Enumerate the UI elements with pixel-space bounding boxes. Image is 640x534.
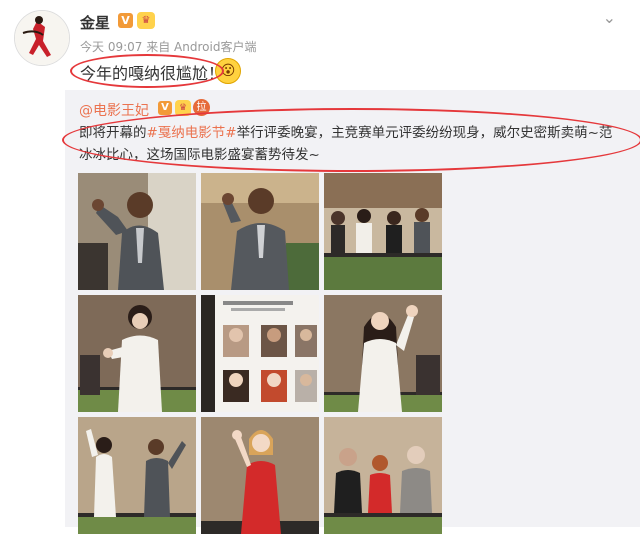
post-source[interactable]: 来自 Android客户端: [146, 40, 256, 54]
vip-level-icon: ♛: [175, 100, 191, 116]
repost-text-before: 即将开幕的: [79, 125, 147, 141]
post-meta: 今天 09:07 来自 Android客户端: [80, 38, 256, 55]
small-avatar-icon: 拉: [193, 99, 210, 116]
photo-jury-group-balcony[interactable]: [324, 173, 442, 290]
username[interactable]: 金星: [80, 12, 110, 33]
photo-fan-bingbing-heart[interactable]: [78, 295, 196, 412]
repost-username[interactable]: @电影王妃: [79, 100, 149, 120]
photo-jury-member-list[interactable]: [201, 295, 319, 412]
photo-will-smith-waving-2[interactable]: [201, 173, 319, 290]
post-time[interactable]: 今天 09:07: [80, 40, 142, 54]
photo-fan-bingbing-waving[interactable]: [324, 295, 442, 412]
repost-card[interactable]: @电影王妃 V ♛ 拉 即将开幕的#戛纳电影节#举行评委晚宴，主竞赛单元评委纷纷…: [65, 90, 640, 534]
photo-jury-trio-balcony[interactable]: [324, 417, 442, 534]
hashtag-link[interactable]: #戛纳电影节#: [147, 125, 237, 141]
photo-will-smith-waving-1[interactable]: [78, 173, 196, 290]
verified-v-icon: V: [118, 13, 133, 28]
verified-v-icon: V: [158, 101, 172, 115]
chevron-down-icon[interactable]: ⌄: [603, 8, 616, 27]
weibo-post: 金星 V ♛ ⌄ 今天 09:07 来自 Android客户端 今年的嘎纳很尴尬…: [0, 0, 640, 534]
photo-balcony-waving[interactable]: [78, 417, 196, 534]
vip-level-icon: ♛: [137, 12, 155, 29]
user-avatar[interactable]: [14, 10, 70, 66]
shocked-face-icon: 😮: [215, 58, 241, 84]
photo-jessica-chastain-red-dress[interactable]: [201, 417, 319, 534]
post-text: 今年的嘎纳很尴尬！: [80, 64, 225, 83]
repost-text: 即将开幕的#戛纳电影节#举行评委晚宴，主竞赛单元评委纷纷现身，威尔史密斯卖萌~范…: [79, 122, 624, 166]
